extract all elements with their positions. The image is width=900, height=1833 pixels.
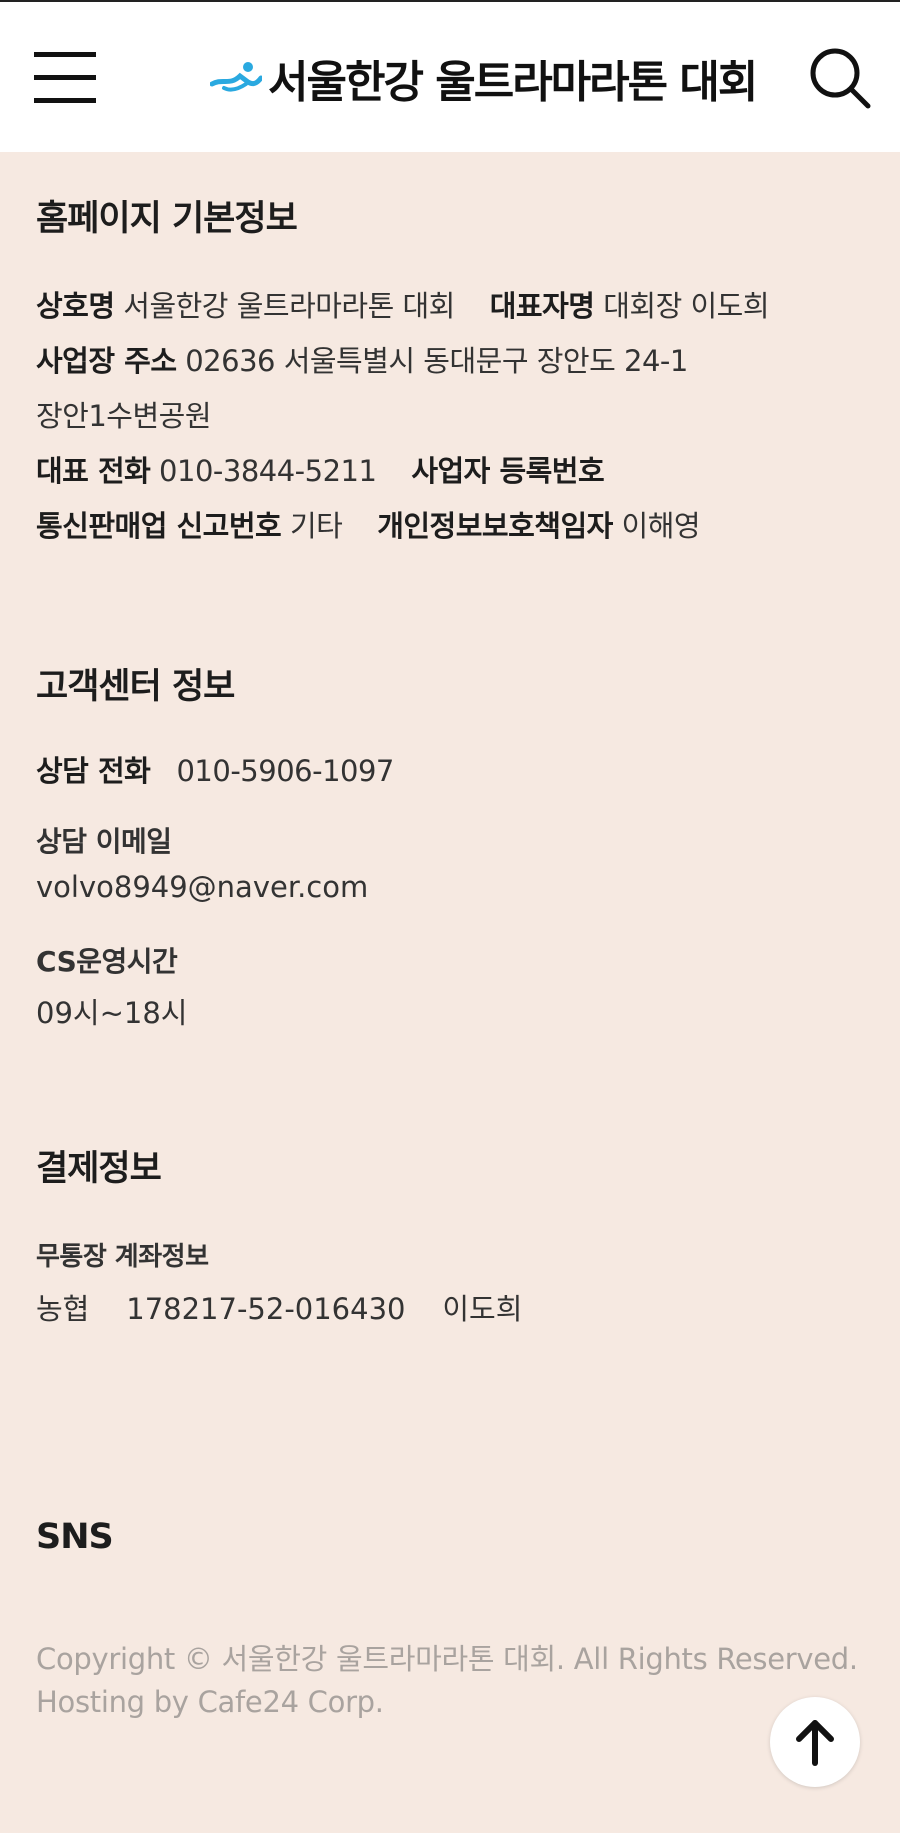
address-row: 사업장 주소 02636 서울특별시 동대문구 장안도 24-1 (36, 338, 688, 380)
address-value: 02636 서울특별시 동대문구 장안도 24-1 (185, 344, 688, 378)
menu-bar (34, 52, 96, 57)
address-value-2: 장안1수변공원 (36, 399, 212, 433)
company-label: 상호명 (36, 289, 115, 323)
mail-order-label: 통신판매업 신고번호 (36, 509, 282, 543)
phone-row: 대표 전화 010-3844-5211 사업자 등록번호 (36, 448, 605, 490)
phone-value: 010-3844-5211 (159, 454, 377, 488)
sns-title: SNS (36, 1517, 114, 1557)
ceo-value: 대회장 이도희 (603, 289, 770, 323)
payment-title: 결제정보 (36, 1149, 162, 1189)
cs-email-label: 상담 이메일 (36, 825, 172, 858)
search-icon[interactable] (808, 46, 872, 110)
company-value: 서울한강 울트라마라톤 대회 (123, 289, 455, 323)
privacy-officer-label: 개인정보보호책임자 (377, 509, 613, 543)
site-info-title: 홈페이지 기본정보 (36, 199, 298, 239)
bank-name: 농협 (36, 1292, 90, 1326)
site-header: 서울한강 울트라마라톤 대회 (0, 0, 900, 152)
menu-bar (34, 98, 96, 103)
account-row: 농협 178217-52-016430 이도희 (36, 1286, 522, 1328)
cs-phone-value[interactable]: 010-5906-1097 (176, 754, 394, 788)
logo-text: 서울한강 울트라마라톤 대회 (268, 57, 758, 108)
account-label: 무통장 계좌정보 (36, 1242, 209, 1272)
scroll-top-button[interactable] (770, 1697, 860, 1787)
account-holder: 이도희 (442, 1292, 523, 1326)
customer-center-title: 고객센터 정보 (36, 667, 235, 707)
biz-reg-label: 사업자 등록번호 (411, 454, 605, 488)
arrow-up-icon (796, 1720, 834, 1766)
mail-order-row: 통신판매업 신고번호 기타 개인정보보호책임자 이해영 (36, 503, 701, 545)
phone-label: 대표 전화 (36, 454, 151, 488)
menu-bar (34, 75, 96, 80)
ceo-label: 대표자명 (489, 289, 595, 323)
cs-phone-row: 상담 전화 010-5906-1097 (36, 748, 394, 790)
site-logo[interactable]: 서울한강 울트라마라톤 대회 (210, 46, 758, 110)
runner-logo-icon (210, 62, 262, 92)
cs-hours-label: CS운영시간 (36, 945, 178, 978)
address-label: 사업장 주소 (36, 344, 177, 378)
cs-phone-label: 상담 전화 (36, 754, 151, 788)
cs-email-value[interactable]: volvo8949@naver.com (36, 870, 368, 904)
cs-hours-value: 09시~18시 (36, 996, 188, 1030)
copyright-text: Copyright © 서울한강 울트라마라톤 대회. All Rights R… (36, 1642, 858, 1676)
account-number: 178217-52-016430 (126, 1292, 406, 1326)
hamburger-menu-icon[interactable] (34, 52, 96, 104)
company-row: 상호명 서울한강 울트라마라톤 대회 대표자명 대회장 이도희 (36, 283, 770, 325)
privacy-officer-value: 이해영 (621, 509, 701, 543)
mail-order-value: 기타 (289, 509, 343, 543)
hosting-text: Hosting by Cafe24 Corp. (36, 1685, 384, 1719)
